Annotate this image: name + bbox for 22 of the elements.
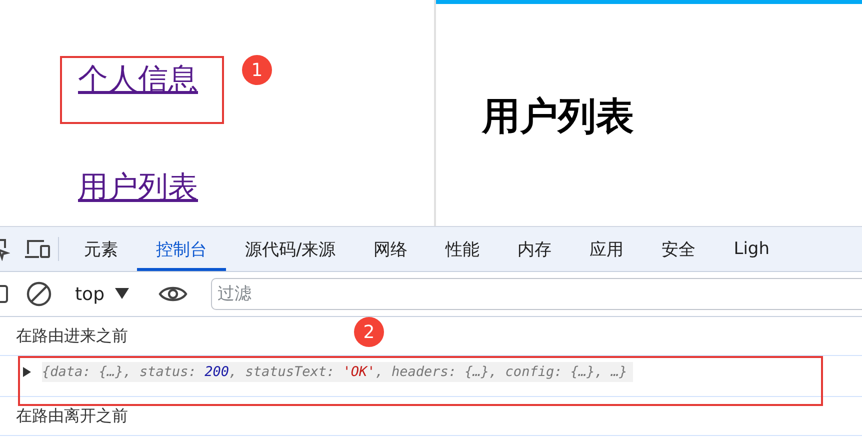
devtools-tab[interactable]: 源代码/来源 [226,227,355,271]
devtools-tab[interactable]: 安全 [642,227,715,271]
annotation-badge: 2 [354,317,384,347]
page-heading: 用户列表 [482,93,635,140]
eye-icon[interactable] [158,284,188,304]
caret-icon [114,288,128,300]
devtools-tab[interactable]: 网络 [354,227,427,271]
context-dropdown[interactable]: top [65,284,138,304]
devtools-tab[interactable]: 性能 [426,227,499,271]
nav-link[interactable]: 用户列表 [78,168,198,208]
expand-triangle-icon[interactable] [22,366,32,378]
devtools-tab[interactable]: 元素 [65,227,137,271]
nav-link[interactable]: 个人信息 [78,60,198,100]
annotation-badge: 1 [242,55,272,85]
filter-field[interactable]: 过滤 [210,278,862,310]
console-message: 在路由离开之前 [0,397,862,436]
console-object: {data: {…}, status: 200, statusText: 'OK', headers: {…}, config: {…}, …} [42,362,634,382]
devtools-tab[interactable]: 内存 [498,227,571,271]
devtools-tab[interactable]: 应用 [570,227,643,271]
clear-console-icon[interactable] [26,281,52,307]
devtools-tab[interactable]: 控制台 [137,227,226,271]
devtools-tab[interactable]: Ligh [714,227,788,271]
